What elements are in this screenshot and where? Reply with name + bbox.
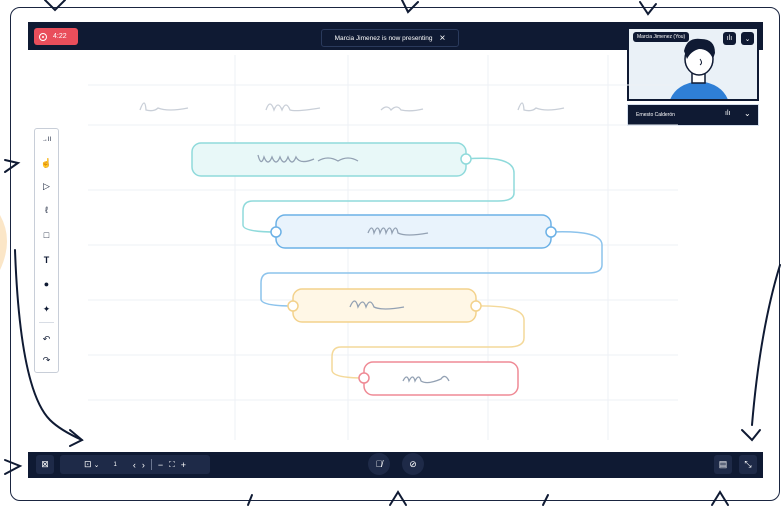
annotation-arrows <box>0 0 781 506</box>
